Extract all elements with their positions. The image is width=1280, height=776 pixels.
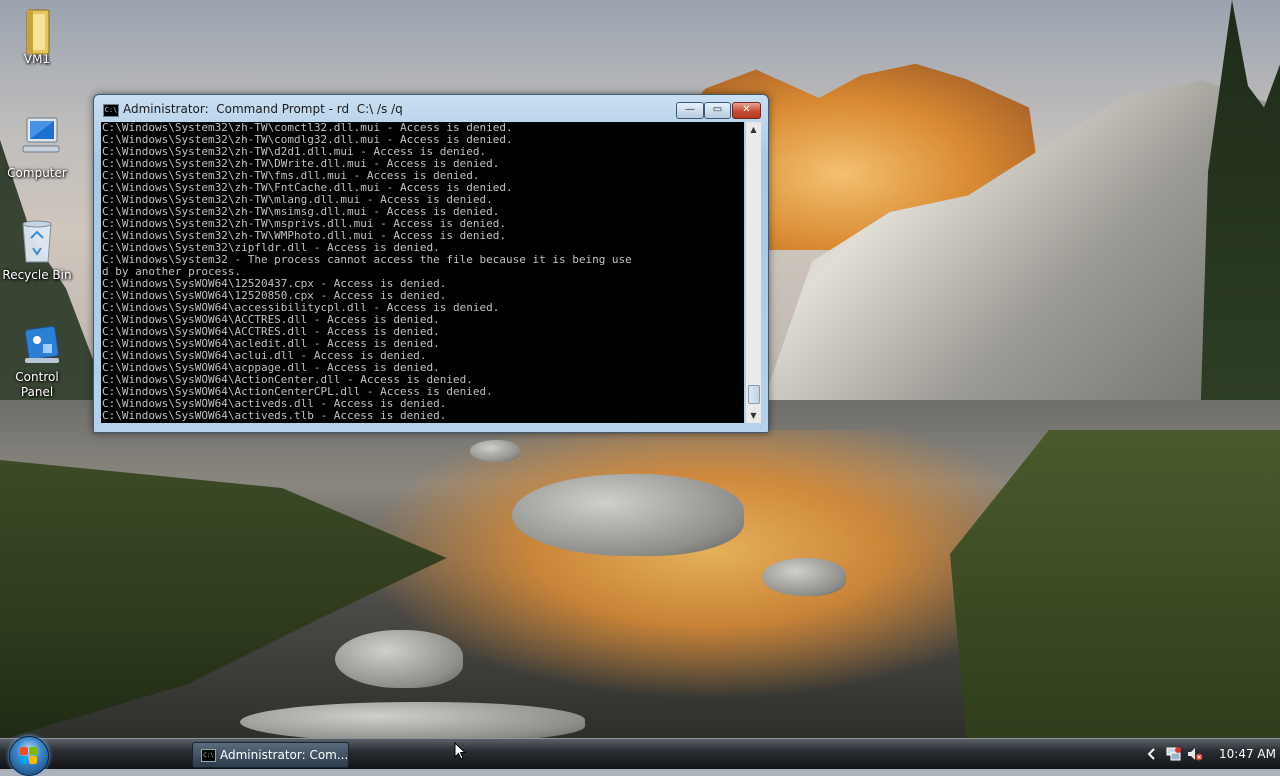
folder-icon bbox=[19, 8, 55, 55]
console-line: C:\Windows\SysWOW64\activeds.tlb - Acces… bbox=[102, 409, 447, 422]
windows-logo-icon bbox=[20, 747, 38, 765]
control-panel-icon bbox=[19, 324, 59, 363]
scroll-up-arrow-icon[interactable]: ▲ bbox=[746, 122, 761, 137]
close-button[interactable]: ✕ bbox=[732, 102, 761, 119]
vertical-scrollbar[interactable]: ▲ ▼ bbox=[745, 122, 761, 423]
network-icon[interactable] bbox=[1166, 746, 1182, 762]
command-prompt-window[interactable]: C:\ Administrator: Command Prompt - rd C… bbox=[93, 94, 769, 433]
wallpaper-rock bbox=[762, 558, 846, 596]
desktop-icon-recycle-bin[interactable]: Recycle Bin bbox=[2, 218, 72, 282]
desktop-icon-label: Control Panel bbox=[15, 370, 59, 399]
minimize-button[interactable]: — bbox=[676, 102, 704, 119]
taskbar-clock[interactable]: 10:47 AM bbox=[1219, 747, 1276, 761]
cmd-icon: C:\ bbox=[103, 104, 119, 117]
console-output[interactable]: C:\Windows\System32\zh-TW\comctl32.dll.m… bbox=[101, 122, 744, 423]
desktop-icon-label: Computer bbox=[7, 166, 67, 180]
wallpaper-rock bbox=[470, 440, 520, 462]
volume-muted-icon[interactable] bbox=[1187, 746, 1203, 762]
taskbar: C:\ Administrator: Com... 10:47 AM bbox=[0, 736, 1280, 776]
window-title: Administrator: Command Prompt - rd C:\ /… bbox=[123, 102, 403, 116]
taskbar-item-command-prompt[interactable]: C:\ Administrator: Com... bbox=[192, 742, 349, 768]
start-button[interactable] bbox=[9, 736, 49, 776]
cmd-icon: C:\ bbox=[201, 749, 216, 762]
taskbar-item-label: Administrator: Com... bbox=[220, 748, 349, 762]
mouse-cursor-icon bbox=[454, 742, 466, 760]
maximize-button[interactable]: ▭ bbox=[704, 102, 731, 119]
wallpaper-rock bbox=[240, 702, 585, 740]
wallpaper-rock bbox=[512, 474, 744, 556]
recycle-bin-icon bbox=[19, 218, 55, 263]
window-titlebar[interactable]: C:\ Administrator: Command Prompt - rd C… bbox=[94, 95, 768, 121]
system-tray: 10:47 AM bbox=[1140, 739, 1280, 769]
computer-icon bbox=[19, 116, 60, 153]
chevron-left-icon[interactable] bbox=[1147, 747, 1157, 761]
desktop-icon-vm1[interactable]: VM1 bbox=[2, 8, 72, 66]
desktop-icon-control-panel[interactable]: Control Panel bbox=[2, 324, 72, 400]
desktop-icon-computer[interactable]: Computer bbox=[2, 116, 72, 180]
scroll-down-arrow-icon[interactable]: ▼ bbox=[746, 408, 761, 423]
wallpaper-rock bbox=[335, 630, 463, 688]
desktop-icon-label: Recycle Bin bbox=[2, 268, 72, 282]
console-text: C:\Windows\System32\zh-TW\comctl32.dll.m… bbox=[101, 122, 744, 422]
scrollbar-thumb[interactable] bbox=[748, 385, 760, 404]
